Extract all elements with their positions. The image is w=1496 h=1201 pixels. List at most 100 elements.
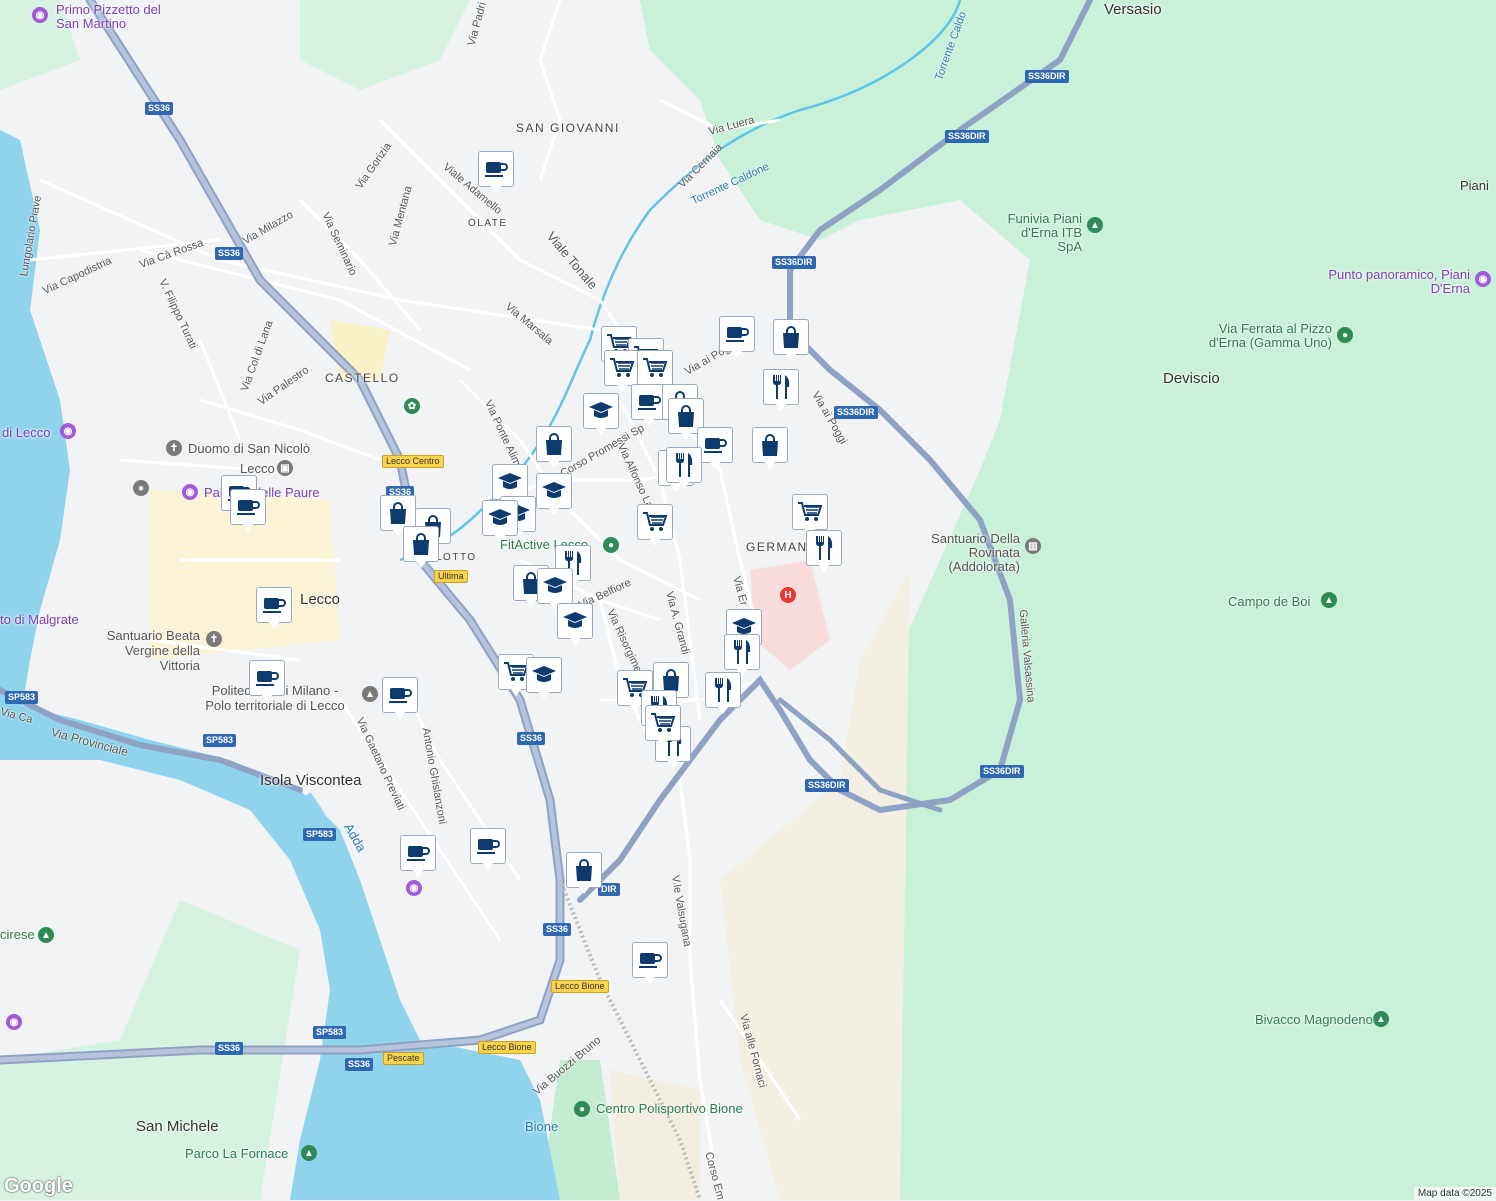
road-shield: SS36 [215,247,244,260]
restaurant-icon [806,530,842,566]
tree-icon[interactable]: ▲ [38,927,54,943]
road-shield: SS36DIR [772,256,816,269]
marker-pointer [667,760,679,768]
coffee-icon [697,427,733,463]
coffee-marker[interactable] [382,677,418,721]
poi-label[interactable]: Duomo di San Nicolò [188,441,310,456]
restaurant-marker[interactable] [666,447,702,491]
road-shield: SS36DIR [945,130,989,143]
hospital-area [750,560,830,670]
coffee-icon [478,151,514,187]
marker-pointer [818,564,830,572]
poi-label[interactable]: Santuario Beata Vergine della Vittoria [100,628,200,673]
hospital-icon[interactable]: H [780,587,796,603]
bag-icon [566,852,602,888]
road-shield: SP583 [203,734,237,747]
cart-icon [637,350,673,386]
coffee-marker[interactable] [400,835,436,879]
cart-icon [604,350,640,386]
poi-label[interactable]: Campo de Boi [1228,594,1310,609]
school-icon[interactable]: ▲ [362,686,378,702]
coffee-marker[interactable] [249,660,285,704]
restaurant-marker[interactable] [705,672,741,716]
coffee-icon [470,828,506,864]
poi-label[interactable]: di Lecco [2,425,50,440]
marker-pointer [494,534,506,542]
road-shield: SS36 [517,732,546,745]
museum-icon[interactable]: ▥ [1025,538,1041,554]
bag-marker[interactable] [536,426,572,470]
tree-icon[interactable]: ▲ [301,1145,317,1161]
marker-pointer [764,461,776,469]
place-label: San Michele [136,1118,219,1135]
bag-marker[interactable] [403,526,439,570]
park-icon[interactable]: ✿ [404,398,420,414]
poi-label[interactable]: Via Ferrata al Pizzo d'Erna (Gamma Uno) [1200,322,1332,350]
place-label: LOTTO [436,552,477,563]
coffee-icon [632,942,668,978]
school-marker[interactable] [526,657,562,701]
poi-label[interactable]: to di Malgrate [0,612,79,627]
school-marker[interactable] [557,603,593,647]
poi-label[interactable]: Lecco [240,461,275,476]
coffee-marker[interactable] [230,489,266,533]
poi-purple-pin[interactable]: ◉ [6,1014,22,1030]
marker-pointer [678,481,690,489]
poi-purple-pin[interactable]: ◉ [406,880,422,896]
train-icon[interactable]: ▣ [277,460,293,476]
poi-label[interactable]: Primo Pizzetto del San Martino [56,3,166,31]
place-label: Versasio [1104,1,1162,18]
gym-icon[interactable]: ● [603,537,619,553]
poi-label[interactable]: cirese [0,927,35,942]
tree-icon[interactable]: ▲ [1321,592,1337,608]
place-label: Deviscio [1163,370,1220,387]
coffee-marker[interactable] [256,587,292,631]
marker-pointer [680,432,692,440]
restaurant-marker[interactable] [763,369,799,413]
place-label: Piani [1460,178,1489,193]
tree-icon[interactable]: ▲ [1373,1011,1389,1027]
bag-marker[interactable] [752,427,788,471]
coffee-marker[interactable] [719,316,755,360]
marker-pointer [415,560,427,568]
poi-label[interactable]: Santuario Della Rovinata (Addolorata) [905,532,1020,574]
poi-purple-pin[interactable]: ◉ [1475,271,1491,287]
poi-label[interactable]: Funivia Piani d'Erna ITB SpA [1000,212,1082,254]
bag-icon [403,526,439,562]
cart-marker[interactable] [645,705,681,749]
ferry-icon[interactable]: ● [133,480,149,496]
road-shield: SS36 [215,1042,244,1055]
place-label: OLATE [468,218,508,229]
marker-pointer [268,621,280,629]
poi-label[interactable]: Bivacco Magnodeno [1255,1012,1373,1027]
sports-icon[interactable]: ● [574,1101,590,1117]
place-label: SAN GIOVANNI [516,121,620,135]
church-icon[interactable]: ✝ [206,631,222,647]
school-icon [583,393,619,429]
poi-label[interactable]: Punto panoramico, Piani D'Erna [1322,268,1470,296]
coffee-marker[interactable] [478,151,514,195]
coffee-marker[interactable] [470,828,506,872]
restaurant-marker[interactable] [806,530,842,574]
cart-icon [637,504,673,540]
poi-label[interactable]: Centro Polisportivo Bione [596,1101,743,1116]
school-marker[interactable] [536,473,572,517]
marker-pointer [578,886,590,894]
coffee-marker[interactable] [697,427,733,471]
poi-purple-pin[interactable]: ◉ [60,423,76,439]
road-shield: SP583 [313,1026,347,1039]
road-shield: SS36 [345,1058,374,1071]
school-marker[interactable] [583,393,619,437]
school-marker[interactable] [482,500,518,544]
poi-purple-pin[interactable]: ◉ [182,484,198,500]
cart-marker[interactable] [637,504,673,548]
poi-label[interactable]: Parco La Fornace [185,1146,288,1161]
poi-purple-pin[interactable]: ◉ [32,7,48,23]
bag-marker[interactable] [773,319,809,363]
tree-icon[interactable]: ▲ [1087,217,1103,233]
church-icon[interactable]: ✝ [166,440,182,456]
marker-pointer [261,694,273,702]
tree-icon[interactable]: ● [1337,327,1353,343]
coffee-marker[interactable] [632,942,668,986]
bag-marker[interactable] [566,852,602,896]
